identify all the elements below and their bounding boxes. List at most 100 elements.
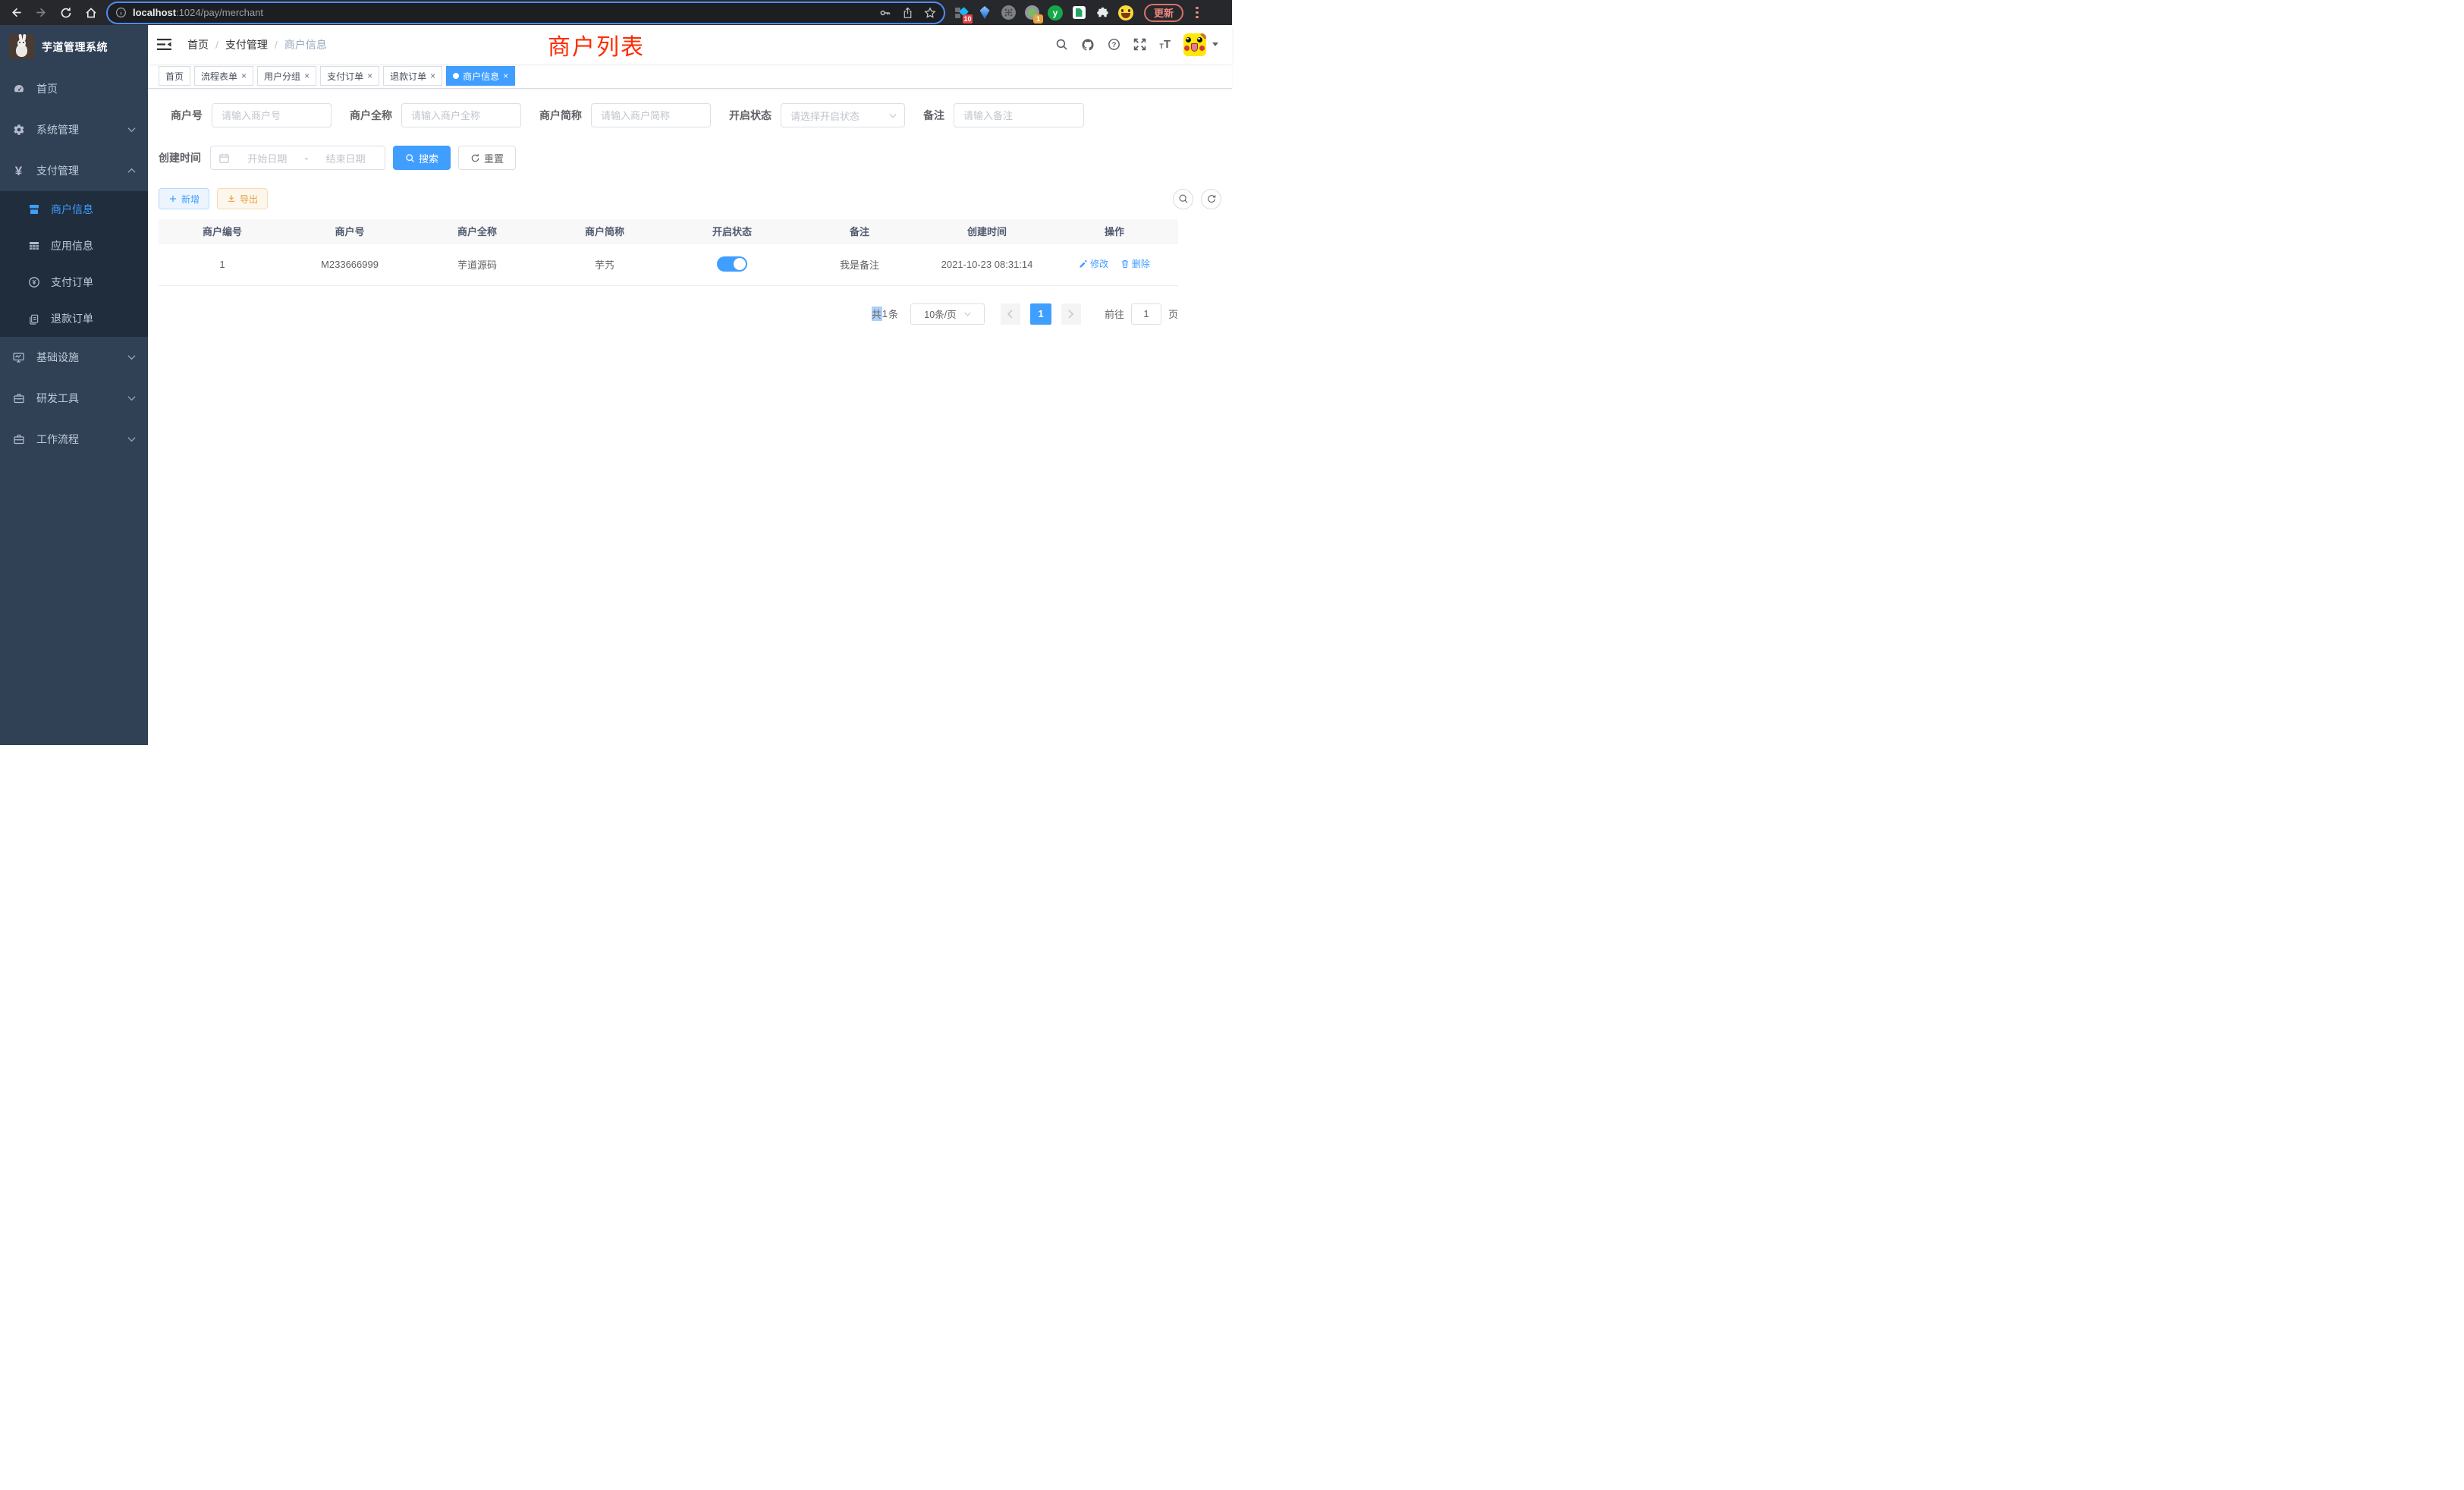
extension-command-icon[interactable] — [1001, 5, 1016, 20]
remark-input[interactable] — [954, 103, 1084, 127]
add-button[interactable]: 新增 — [159, 188, 209, 209]
cell-actions: 修改 删除 — [1051, 243, 1178, 285]
merchant-name-input[interactable] — [401, 103, 521, 127]
next-page-button[interactable] — [1061, 303, 1081, 325]
logo-image — [9, 34, 34, 59]
screen: { "browser": { "url_host": "localhost", … — [0, 0, 1232, 745]
breadcrumb-payment[interactable]: 支付管理 — [225, 37, 268, 52]
col-actions: 操作 — [1051, 219, 1178, 243]
font-size-icon[interactable]: TT — [1159, 39, 1171, 50]
status-select[interactable]: 请选择开启状态 — [781, 103, 905, 127]
merchant-name-label: 商户全称 — [350, 108, 401, 123]
extension-badge: 10 — [963, 14, 973, 24]
tag-view-bar: 首页 流程表单× 用户分组× 支付订单× 退款订单× 商户信息× — [148, 64, 1232, 89]
sidebar-collapse-icon[interactable] — [157, 38, 172, 52]
active-dot — [453, 73, 459, 79]
sidebar-item-refund-order[interactable]: 退款订单 — [0, 300, 148, 337]
chevron-down-icon — [127, 395, 136, 401]
page-size-select[interactable]: 10条/页 — [910, 303, 985, 325]
sidebar-item-dev-tools[interactable]: 研发工具 — [0, 378, 148, 419]
browser-back-icon[interactable] — [6, 3, 26, 23]
sidebar-item-app-info[interactable]: 应用信息 — [0, 228, 148, 264]
password-key-icon[interactable] — [879, 7, 891, 19]
search-form-row-2: 创建时间 开始日期 - 结束日期 搜索 重置 — [159, 146, 1221, 170]
breadcrumb: 首页 / 支付管理 / 商户信息 — [187, 37, 327, 52]
prev-page-button[interactable] — [1001, 303, 1020, 325]
browser-menu-icon[interactable] — [1190, 5, 1204, 20]
tab-refund-order[interactable]: 退款订单× — [383, 66, 442, 86]
sidebar-item-merchant-info[interactable]: 商户信息 — [0, 191, 148, 228]
sidebar-item-workflow[interactable]: 工作流程 — [0, 419, 148, 460]
dashboard-icon — [12, 83, 25, 95]
sidebar: 芋道管理系统 首页 系统管理 ¥ 支付管理 商户信息 — [0, 25, 148, 745]
sidebar-item-home[interactable]: 首页 — [0, 68, 148, 109]
goto-page-input[interactable] — [1131, 303, 1161, 325]
browser-update-button[interactable]: 更新 — [1144, 4, 1183, 22]
table-toolbar: 新增 导出 — [159, 188, 1221, 209]
search-icon[interactable] — [1055, 38, 1068, 51]
close-icon[interactable]: × — [367, 71, 372, 81]
user-avatar[interactable] — [1183, 33, 1218, 56]
col-short-name: 商户简称 — [541, 219, 668, 243]
close-icon[interactable]: × — [304, 71, 310, 81]
browser-forward-icon[interactable] — [31, 3, 51, 23]
export-button[interactable]: 导出 — [217, 188, 268, 209]
extension-proxy-icon[interactable]: 1 — [1024, 5, 1039, 20]
refresh-icon-button[interactable] — [1201, 189, 1221, 209]
goto-label: 前往 — [1105, 306, 1124, 321]
app-title: 芋道管理系统 — [42, 39, 108, 55]
extension-puzzle-icon[interactable] — [1095, 5, 1110, 20]
help-icon[interactable]: ? — [1108, 38, 1120, 51]
close-icon[interactable]: × — [503, 71, 508, 81]
tab-process-form[interactable]: 流程表单× — [194, 66, 253, 86]
yen-icon: ¥ — [12, 165, 25, 178]
bookmark-star-icon[interactable] — [924, 7, 936, 19]
github-icon[interactable] — [1081, 38, 1095, 52]
table-header-row: 商户编号 商户号 商户全称 商户简称 开启状态 备注 创建时间 操作 — [159, 219, 1178, 243]
sidebar-item-pay-order[interactable]: ¥ 支付订单 — [0, 264, 148, 300]
top-navbar: 首页 / 支付管理 / 商户信息 ? TT — [148, 25, 1232, 64]
avatar-image — [1183, 33, 1206, 56]
site-info-icon[interactable] — [115, 7, 127, 18]
cell-status — [668, 243, 796, 285]
extension-scripts-icon[interactable]: 10 — [954, 5, 969, 20]
create-time-label: 创建时间 — [159, 150, 210, 165]
monitor-icon — [12, 351, 25, 363]
tab-merchant-info[interactable]: 商户信息× — [446, 66, 515, 86]
extension-docs-icon[interactable] — [1071, 5, 1086, 20]
search-button[interactable]: 搜索 — [393, 146, 451, 170]
edit-link[interactable]: 修改 — [1079, 257, 1108, 270]
cell-merchant-id: 1 — [159, 243, 286, 285]
app-logo[interactable]: 芋道管理系统 — [0, 25, 148, 68]
extension-y-icon[interactable]: y — [1048, 5, 1063, 20]
col-merchant-no: 商户号 — [286, 219, 413, 243]
share-icon[interactable] — [902, 7, 913, 19]
sidebar-item-payment[interactable]: ¥ 支付管理 — [0, 150, 148, 191]
merchant-short-input[interactable] — [591, 103, 711, 127]
delete-link[interactable]: 删除 — [1120, 257, 1150, 270]
tab-home[interactable]: 首页 — [159, 66, 190, 86]
breadcrumb-home[interactable]: 首页 — [187, 37, 209, 52]
browser-home-icon[interactable] — [81, 3, 101, 23]
merchant-no-input[interactable] — [212, 103, 332, 127]
browser-reload-icon[interactable] — [56, 3, 76, 23]
tab-pay-order[interactable]: 支付订单× — [320, 66, 379, 86]
toolbox-icon — [12, 433, 25, 445]
create-time-range-input[interactable]: 开始日期 - 结束日期 — [210, 146, 385, 170]
toolbox-icon — [12, 392, 25, 404]
hide-search-icon-button[interactable] — [1173, 189, 1193, 209]
status-toggle[interactable] — [717, 256, 747, 272]
extension-emoji-icon[interactable] — [1118, 5, 1133, 20]
cell-short-name: 芋艿 — [541, 243, 668, 285]
close-icon[interactable]: × — [430, 71, 435, 81]
fullscreen-icon[interactable] — [1133, 38, 1146, 51]
close-icon[interactable]: × — [241, 71, 247, 81]
sidebar-item-infrastructure[interactable]: 基础设施 — [0, 337, 148, 378]
page-1-button[interactable]: 1 — [1030, 303, 1051, 325]
pencil-icon — [1079, 259, 1088, 269]
extension-gem-icon[interactable] — [977, 5, 992, 20]
sidebar-item-system[interactable]: 系统管理 — [0, 109, 148, 150]
tab-user-group[interactable]: 用户分组× — [257, 66, 316, 86]
browser-address-bar[interactable]: localhost:1024/pay/merchant — [108, 3, 944, 23]
reset-button[interactable]: 重置 — [458, 146, 516, 170]
